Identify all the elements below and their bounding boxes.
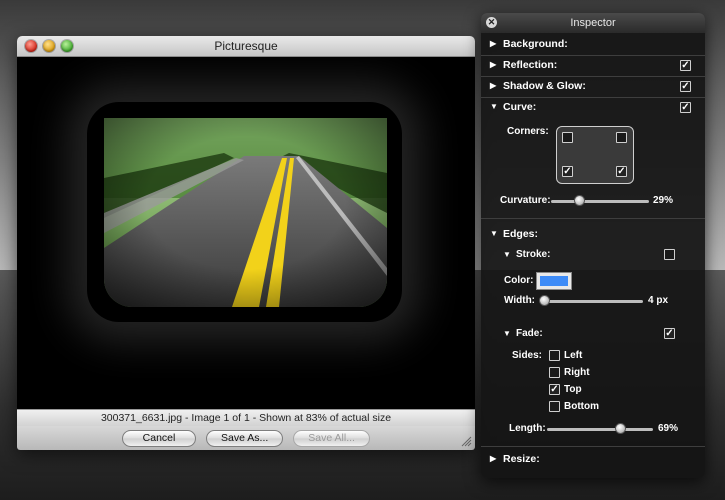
shadow-glow-checkbox[interactable]: ✓ xyxy=(680,81,691,92)
picturesque-window: Picturesque 300371_6631.jpg - Image 1 of… xyxy=(17,36,475,450)
disclosure-expanded-icon[interactable]: ▼ xyxy=(490,102,498,111)
stroke-color-swatch xyxy=(540,276,568,286)
curve-label: Curve: xyxy=(503,101,537,113)
disclosure-collapsed-icon[interactable]: ▶ xyxy=(490,60,496,69)
reflection-checkbox[interactable]: ✓ xyxy=(680,60,691,71)
stroke-disclosure-expanded-icon[interactable]: ▼ xyxy=(503,250,511,259)
window-title: Picturesque xyxy=(214,39,278,53)
length-label: Length: xyxy=(509,423,546,434)
color-label: Color: xyxy=(504,275,534,286)
disclosure-collapsed-icon[interactable]: ▶ xyxy=(490,81,496,90)
background-label: Background: xyxy=(503,38,568,50)
curve-checkbox[interactable]: ✓ xyxy=(680,102,691,113)
width-slider[interactable] xyxy=(540,300,643,303)
corner-bottom-left-checkbox[interactable]: ✓ xyxy=(562,166,573,177)
cancel-button[interactable]: Cancel xyxy=(122,429,196,447)
fade-label: Fade: xyxy=(516,328,543,339)
width-value: 4 px xyxy=(648,295,669,306)
corner-top-right-checkbox[interactable] xyxy=(616,132,627,143)
reflection-label: Reflection: xyxy=(503,59,558,71)
close-icon[interactable]: ✕ xyxy=(486,17,497,28)
side-right-label: Right xyxy=(564,367,590,378)
divider xyxy=(481,218,705,219)
curvature-label: Curvature: xyxy=(500,195,551,206)
side-top-checkbox[interactable]: ✓ xyxy=(549,384,560,395)
corner-bottom-right-checkbox[interactable]: ✓ xyxy=(616,166,627,177)
shadow-glow-label: Shadow & Glow: xyxy=(503,80,586,92)
width-label: Width: xyxy=(504,295,536,306)
resize-label: Resize: xyxy=(503,453,540,465)
image-canvas xyxy=(17,57,475,409)
title-bar[interactable]: Picturesque xyxy=(17,36,475,57)
save-all-button[interactable]: Save All... xyxy=(293,429,370,447)
length-slider[interactable] xyxy=(547,428,653,431)
length-slider-knob[interactable] xyxy=(615,423,627,434)
corner-top-left-checkbox[interactable] xyxy=(562,132,573,143)
section-curve[interactable]: ▼ Curve: ✓ xyxy=(481,98,705,118)
stroke-checkbox[interactable] xyxy=(664,249,675,260)
sides-label: Sides: xyxy=(512,350,543,361)
stroke-label: Stroke: xyxy=(516,249,551,260)
resize-grip-icon[interactable] xyxy=(461,436,472,447)
side-top-label: Top xyxy=(564,384,582,395)
side-bottom-checkbox[interactable] xyxy=(549,401,560,412)
corners-label: Corners: xyxy=(507,126,549,137)
side-left-checkbox[interactable] xyxy=(549,350,560,361)
side-bottom-label: Bottom xyxy=(564,401,599,412)
divider xyxy=(481,446,705,447)
disclosure-expanded-icon[interactable]: ▼ xyxy=(490,229,498,238)
corners-selector: ✓ ✓ xyxy=(556,126,634,184)
section-reflection[interactable]: ▶ Reflection: ✓ xyxy=(481,56,705,77)
disclosure-collapsed-icon[interactable]: ▶ xyxy=(490,39,496,48)
section-shadow-glow[interactable]: ▶ Shadow & Glow: ✓ xyxy=(481,77,705,98)
status-bar: 300371_6631.jpg - Image 1 of 1 - Shown a… xyxy=(17,409,475,427)
side-right-checkbox[interactable] xyxy=(549,367,560,378)
disclosure-collapsed-icon[interactable]: ▶ xyxy=(490,454,496,463)
fade-disclosure-expanded-icon[interactable]: ▼ xyxy=(503,329,511,338)
width-slider-knob[interactable] xyxy=(539,295,551,306)
inspector-panel: ✕ Inspector ▶ Background: ▶ Reflection: … xyxy=(481,13,705,478)
section-edges[interactable]: ▼ Edges: xyxy=(481,225,705,245)
section-resize[interactable]: ▶ Resize: xyxy=(481,450,705,470)
button-bar: Cancel Save As... Save All... xyxy=(17,426,475,450)
curvature-slider[interactable] xyxy=(551,200,649,203)
inspector-title-bar[interactable]: ✕ Inspector xyxy=(481,13,705,33)
edges-label: Edges: xyxy=(503,228,539,240)
stroke-color-well[interactable] xyxy=(536,272,572,290)
inspector-title: Inspector xyxy=(570,17,616,29)
curvature-slider-knob[interactable] xyxy=(574,195,586,206)
length-value: 69% xyxy=(658,423,679,434)
section-background[interactable]: ▶ Background: xyxy=(481,35,705,56)
save-as-button[interactable]: Save As... xyxy=(206,429,284,447)
curvature-value: 29% xyxy=(653,195,674,206)
preview-image xyxy=(104,118,387,307)
side-left-label: Left xyxy=(564,350,583,361)
fade-checkbox[interactable]: ✓ xyxy=(664,328,675,339)
